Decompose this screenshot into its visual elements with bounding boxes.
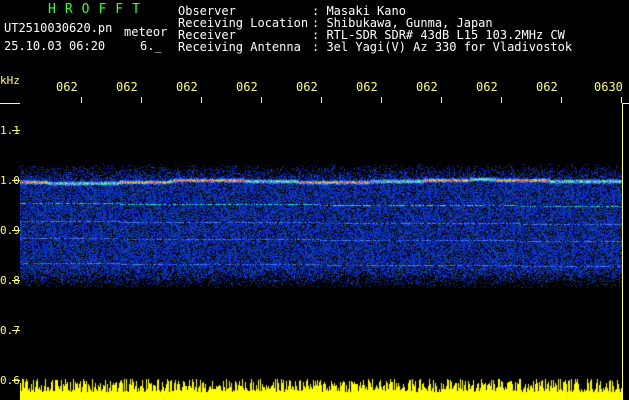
time-tick-label: 062 xyxy=(176,80,198,94)
freq-tick-mark xyxy=(12,380,20,381)
file-name: UT2510030620.pn xyxy=(4,21,113,35)
time-tick-label: 062 xyxy=(236,80,258,94)
time-tick-label: 062 xyxy=(56,80,78,94)
freq-tick-mark xyxy=(12,230,20,231)
freq-tick-mark xyxy=(12,280,20,281)
spectrogram-plot xyxy=(20,103,622,400)
antenna-label: Receiving Antenna xyxy=(178,40,301,54)
frequency-unit: kHz xyxy=(0,74,20,87)
freq-tick-mark xyxy=(12,130,20,131)
spectrogram-canvas xyxy=(20,103,622,400)
time-tick-label: 062 xyxy=(356,80,378,94)
time-tick-label: 062 xyxy=(416,80,438,94)
freq-tick-mark xyxy=(12,180,20,181)
app-logo: HROFFT xyxy=(48,2,149,17)
time-tick-label: 062 xyxy=(536,80,558,94)
time-tick-label: 062 xyxy=(296,80,318,94)
time-tick-label: 0630 xyxy=(594,80,623,94)
datetime: 25.10.03 06:20 xyxy=(4,39,106,53)
antenna-value: : 3el Yagi(V) Az 330 for Vladivostok xyxy=(312,40,573,54)
time-tick-label: 062 xyxy=(116,80,138,94)
time-tick-label: 062 xyxy=(476,80,498,94)
mode-label: meteor xyxy=(124,25,168,39)
freq-tick-mark xyxy=(12,330,20,331)
right-axis-line xyxy=(622,103,623,400)
extra-label: 6._ xyxy=(140,39,162,53)
